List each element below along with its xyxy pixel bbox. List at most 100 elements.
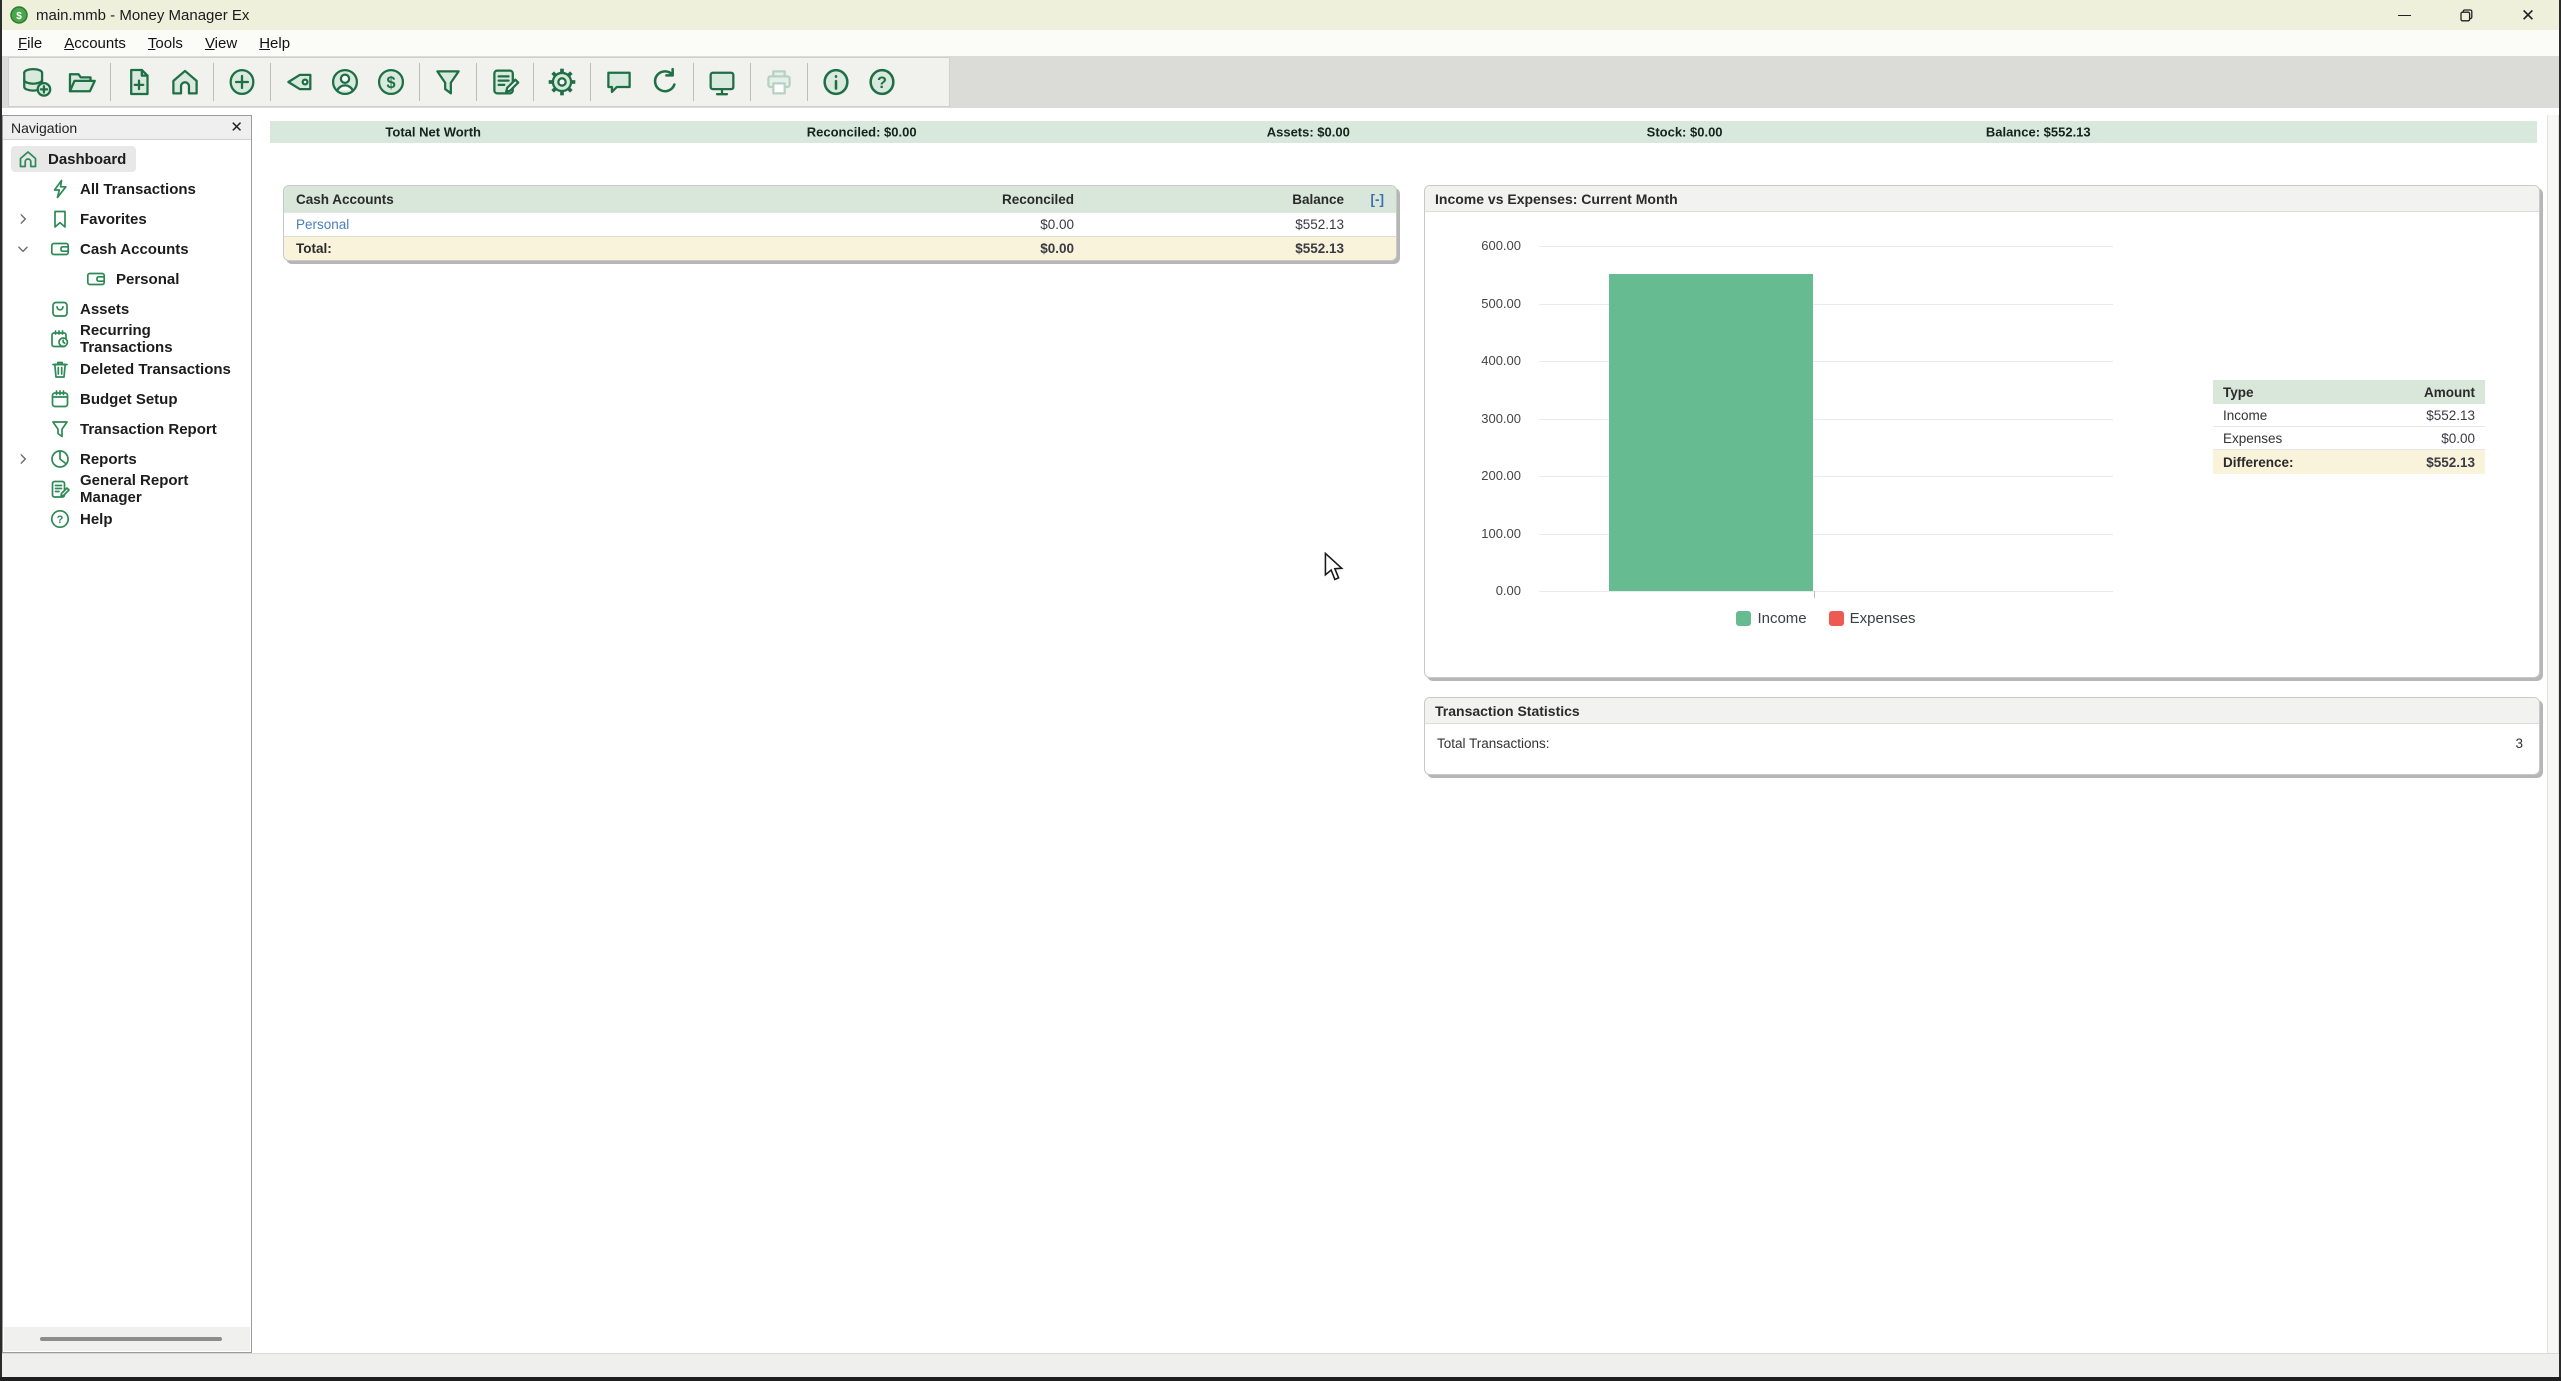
question-circle-icon: ? — [49, 508, 71, 530]
trash-icon — [49, 358, 71, 380]
sidebar-item-cash-accounts[interactable]: Cash Accounts — [3, 234, 251, 264]
statusbar — [0, 1353, 2561, 1377]
table-row: Expenses $0.00 — [2213, 427, 2485, 450]
navigation-panel: Navigation ✕ Dashboard All Transactions Fa… — [2, 115, 252, 1353]
toolbar-separator — [590, 63, 591, 101]
legend-label: Expenses — [1850, 610, 1916, 627]
print-icon[interactable] — [756, 60, 802, 104]
new-database-icon[interactable] — [13, 60, 59, 104]
scrollbar-thumb[interactable] — [40, 1337, 222, 1341]
payees-icon[interactable] — [322, 60, 368, 104]
categories-tag-icon[interactable] — [276, 60, 322, 104]
fullscreen-monitor-icon[interactable] — [699, 60, 745, 104]
y-axis-tick-label: 400.00 — [1425, 353, 1521, 368]
restore-button[interactable] — [2435, 0, 2497, 30]
menu-tools[interactable]: Tools — [137, 32, 194, 55]
close-icon: ✕ — [2521, 7, 2535, 24]
settings-gear-icon[interactable] — [539, 60, 585, 104]
income-vs-expenses-body: 600.00500.00400.00300.00200.00100.000.00… — [1425, 212, 2539, 678]
sidebar-item-personal[interactable]: Personal — [3, 264, 251, 294]
legend-swatch — [1829, 611, 1844, 626]
total-row: Total: $0.00 $552.13 — [284, 236, 1396, 260]
navigation-horizontal-scrollbar[interactable] — [4, 1327, 250, 1351]
chevron-down-icon[interactable] — [16, 242, 30, 256]
sidebar-item-all-transactions[interactable]: All Transactions — [3, 174, 251, 204]
summary-bar: Total Net Worth Reconciled: $0.00 Assets… — [270, 121, 2537, 143]
filter-icon[interactable] — [425, 60, 471, 104]
table-header-row: Type Amount — [2213, 380, 2485, 404]
y-axis-tick-label: 100.00 — [1425, 526, 1521, 541]
sidebar-item-label: Reports — [80, 451, 137, 468]
y-axis-tick-label: 300.00 — [1425, 411, 1521, 426]
home-icon[interactable] — [162, 60, 208, 104]
collapse-link[interactable]: [-] — [1344, 192, 1384, 207]
sidebar-item-label: Deleted Transactions — [80, 361, 231, 378]
menu-file[interactable]: File — [7, 32, 53, 55]
restore-icon — [2460, 9, 2473, 22]
difference-row: Difference: $552.13 — [2213, 450, 2485, 474]
toolbar-separator — [110, 63, 111, 101]
total-balance: $552.13 — [1074, 241, 1344, 256]
cash-accounts-title: Cash Accounts — [296, 192, 744, 207]
about-info-icon[interactable] — [813, 60, 859, 104]
sidebar-item-dashboard[interactable]: Dashboard — [3, 144, 251, 174]
income-label: Income — [2223, 408, 2349, 423]
sidebar-item-label: General Report Manager — [80, 472, 241, 506]
menu-accounts[interactable]: Accounts — [53, 32, 137, 55]
toolbar-separator — [533, 63, 534, 101]
svg-text:?: ? — [877, 74, 887, 92]
sidebar-item-recurring-transactions[interactable]: Recurring Transactions — [3, 324, 251, 354]
new-transaction-icon[interactable] — [219, 60, 265, 104]
navigation-header: Navigation ✕ — [3, 116, 251, 140]
navigation-close-icon[interactable]: ✕ — [230, 120, 243, 135]
sidebar-item-label: All Transactions — [80, 181, 196, 198]
window-controls: ✕ — [2373, 0, 2559, 30]
sidebar-item-general-report-manager[interactable]: General Report Manager — [3, 474, 251, 504]
table-row: Income $552.13 — [2213, 404, 2485, 427]
personal-reconciled: $0.00 — [744, 217, 1074, 232]
new-file-icon[interactable] — [116, 60, 162, 104]
account-link-personal[interactable]: Personal — [296, 217, 744, 232]
minimize-icon — [2398, 15, 2411, 16]
bookmark-icon — [49, 208, 71, 230]
funnel-icon — [49, 418, 71, 440]
refresh-icon[interactable] — [642, 60, 688, 104]
content-vertical-scrollbar[interactable] — [2547, 115, 2559, 1353]
cash-accounts-header-row: Cash Accounts Reconciled Balance [-] — [284, 186, 1396, 212]
report-edit-icon — [49, 478, 71, 500]
column-type: Type — [2223, 385, 2349, 400]
menubar: File Accounts Tools View Help — [2, 30, 2559, 56]
income-bar — [1609, 274, 1813, 591]
sidebar-item-deleted-transactions[interactable]: Deleted Transactions — [3, 354, 251, 384]
total-transactions-label: Total Transactions: — [1437, 736, 1550, 751]
open-database-icon[interactable] — [59, 60, 105, 104]
total-transactions-value: 3 — [2515, 736, 2527, 751]
sidebar-item-label: Personal — [116, 271, 179, 288]
navigation-tree: Dashboard All Transactions FavoritesCash A… — [3, 140, 251, 534]
sidebar-item-budget-setup[interactable]: Budget Setup — [3, 384, 251, 414]
close-button[interactable]: ✕ — [2497, 0, 2559, 30]
menu-view[interactable]: View — [194, 32, 248, 55]
feedback-bubble-icon[interactable] — [596, 60, 642, 104]
window-edge — [0, 1377, 2561, 1381]
minimize-button[interactable] — [2373, 0, 2435, 30]
toolbar-separator — [750, 63, 751, 101]
sidebar-item-transaction-report[interactable]: Transaction Report — [3, 414, 251, 444]
column-balance: Balance — [1074, 192, 1344, 207]
help-icon[interactable]: ? — [859, 60, 905, 104]
chart-legend: IncomeExpenses — [1539, 610, 2113, 627]
calendar-clock-icon — [49, 328, 71, 350]
summary-reconciled: Reconciled: $0.00 — [807, 125, 917, 140]
wallet-icon — [85, 268, 107, 290]
window-edge — [0, 0, 2, 1381]
currency-icon[interactable]: $ — [368, 60, 414, 104]
edit-report-icon[interactable] — [482, 60, 528, 104]
y-axis-tick-label: 600.00 — [1425, 238, 1521, 253]
menu-help[interactable]: Help — [248, 32, 301, 55]
chevron-right-icon[interactable] — [16, 452, 30, 466]
chevron-right-icon[interactable] — [16, 212, 30, 226]
transaction-statistics-panel: Transaction Statistics Total Transaction… — [1424, 697, 2540, 775]
x-axis-tick — [1814, 591, 1815, 598]
sidebar-item-help[interactable]: ?Help — [3, 504, 251, 534]
sidebar-item-favorites[interactable]: Favorites — [3, 204, 251, 234]
